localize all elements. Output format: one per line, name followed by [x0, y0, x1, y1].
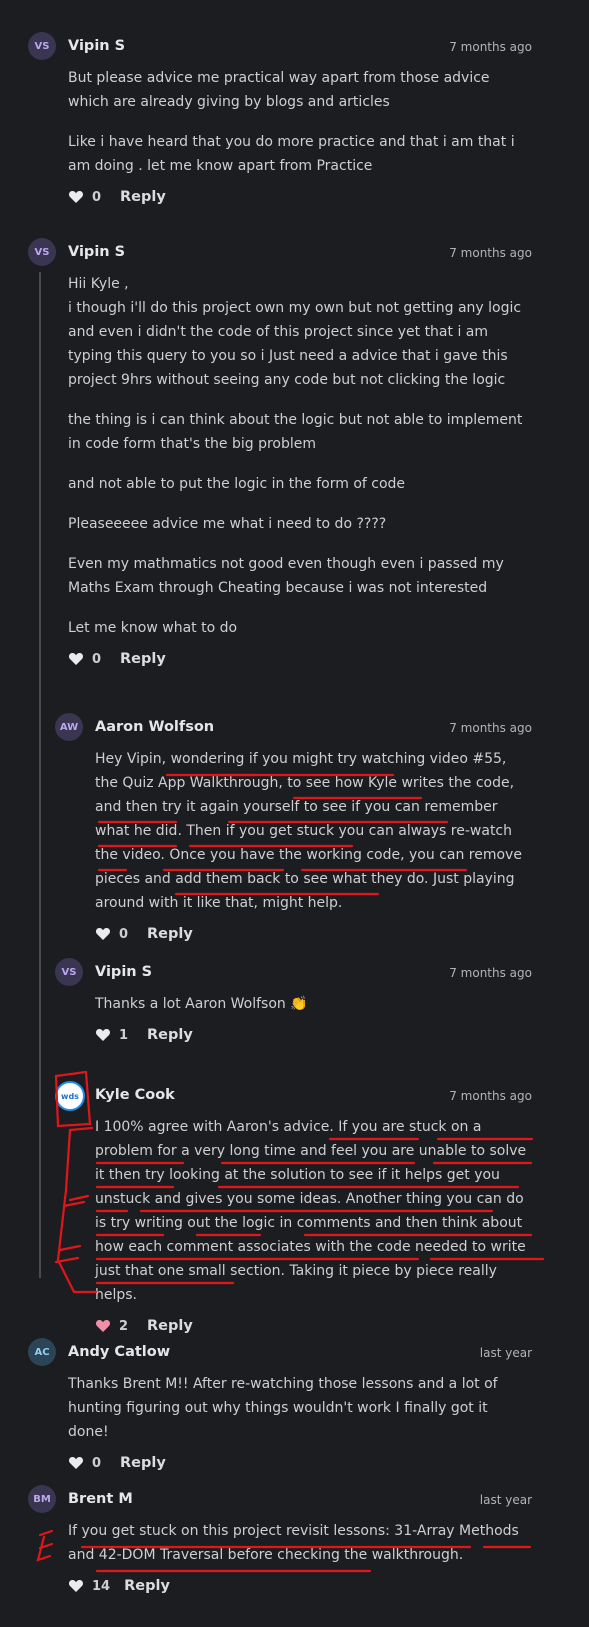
comment: BM Brent M last year If you get stuck on…	[28, 1483, 532, 1599]
comment: VS Vipin S 7 months ago Hii Kyle , i tho…	[28, 236, 532, 672]
wds-logo-avatar[interactable]: wds	[55, 1081, 85, 1111]
comment-text: If you get stuck on this project revisit…	[68, 1523, 519, 1563]
comment-text: But please advice me practical way apart…	[68, 70, 490, 110]
heart-icon[interactable]	[68, 1579, 84, 1593]
comment-text: Like i have heard that you do more pract…	[68, 134, 515, 174]
like-count: 2	[119, 1318, 129, 1334]
comment-author[interactable]: Vipin S	[95, 964, 152, 980]
comment-reply: VS Vipin S 7 months ago Thanks a lot Aar…	[55, 956, 532, 1048]
avatar[interactable]: VS	[28, 238, 56, 266]
comment-time: 7 months ago	[449, 1089, 532, 1103]
comment-author[interactable]: Vipin S	[68, 38, 125, 54]
comment-text: Pleaseeeee advice me what i need to do ?…	[68, 516, 387, 532]
comment: AC Andy Catlow last year Thanks Brent M!…	[28, 1336, 532, 1476]
reply-button[interactable]: Reply	[120, 1455, 166, 1471]
heart-icon[interactable]	[95, 1028, 111, 1042]
comment-text: Thanks a lot Aaron Wolfson 👏	[95, 996, 308, 1012]
heart-icon[interactable]	[68, 190, 84, 204]
comment-time: 7 months ago	[449, 40, 532, 54]
avatar-initials: wds	[61, 1091, 79, 1101]
comment-author[interactable]: Aaron Wolfson	[95, 719, 214, 735]
comment-author[interactable]: Brent M	[68, 1491, 133, 1507]
comment-reply: AW Aaron Wolfson 7 months ago Hey Vipin,…	[55, 711, 532, 947]
comment-author[interactable]: Vipin S	[68, 244, 125, 260]
like-count: 14	[92, 1578, 111, 1594]
reply-button[interactable]: Reply	[147, 926, 193, 942]
comment-text: Even my mathmatics not good even though …	[68, 556, 504, 596]
comment-text: I 100% agree with Aaron's advice. If you…	[95, 1119, 527, 1303]
like-count: 0	[92, 189, 102, 205]
reply-button[interactable]: Reply	[147, 1027, 193, 1043]
avatar[interactable]: AC	[28, 1338, 56, 1366]
like-count: 1	[119, 1027, 129, 1043]
avatar[interactable]: BM	[28, 1485, 56, 1513]
heart-icon[interactable]	[68, 1456, 84, 1470]
like-count: 0	[92, 1455, 102, 1471]
comment-time: last year	[479, 1346, 532, 1360]
heart-icon[interactable]	[95, 927, 111, 941]
comment-text: Hey Vipin, wondering if you might try wa…	[95, 751, 522, 911]
avatar[interactable]: VS	[55, 958, 83, 986]
like-count: 0	[92, 651, 102, 667]
heart-icon-liked[interactable]	[95, 1319, 111, 1333]
reply-button[interactable]: Reply	[124, 1578, 170, 1594]
comment-time: 7 months ago	[449, 246, 532, 260]
comment-text: Let me know what to do	[68, 620, 238, 636]
comment-text: and not able to put the logic in the for…	[68, 476, 406, 492]
reply-button[interactable]: Reply	[120, 651, 166, 667]
avatar[interactable]: AW	[55, 713, 83, 741]
like-count: 0	[119, 926, 129, 942]
comment-text: the thing is i can think about the logic…	[68, 412, 523, 452]
comment-time: last year	[479, 1493, 532, 1507]
heart-icon[interactable]	[68, 652, 84, 666]
avatar[interactable]: VS	[28, 32, 56, 60]
comment-author[interactable]: Kyle Cook	[95, 1087, 175, 1103]
comment-text: Thanks Brent M!! After re-watching those…	[68, 1376, 498, 1440]
comment-time: 7 months ago	[449, 721, 532, 735]
reply-button[interactable]: Reply	[120, 189, 166, 205]
comment: VS Vipin S 7 months ago But please advic…	[28, 30, 532, 210]
comment-author[interactable]: Andy Catlow	[68, 1344, 170, 1360]
comment-time: 7 months ago	[449, 966, 532, 980]
comment-reply: wds Kyle Cook 7 months ago I 100% agree …	[55, 1079, 532, 1339]
comment-text: Hii Kyle , i though i'll do this project…	[68, 276, 522, 388]
reply-button[interactable]: Reply	[147, 1318, 193, 1334]
